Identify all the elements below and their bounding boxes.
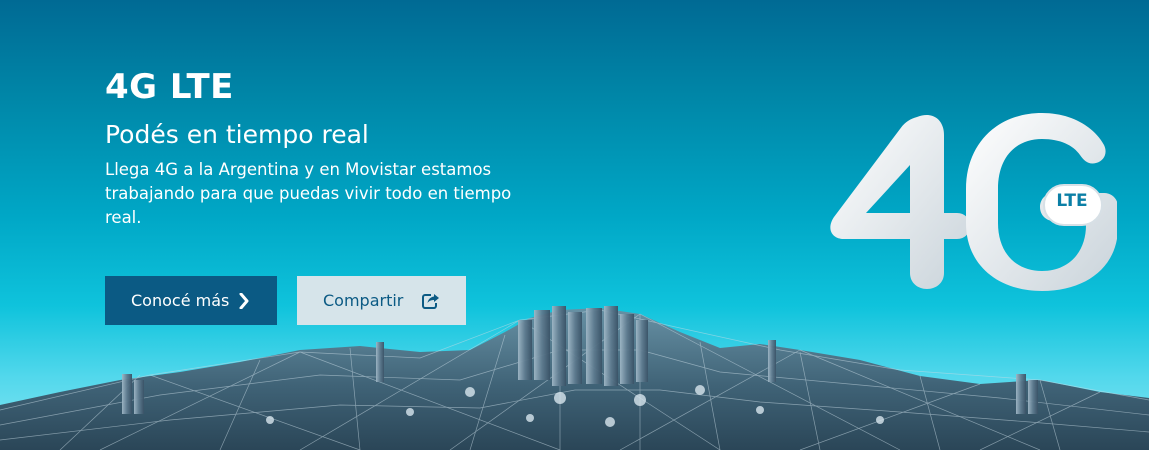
compartir-button[interactable]: Compartir — [297, 276, 466, 325]
banner-content: 4G LTE Podés en tiempo real Llega 4G a l… — [105, 62, 545, 230]
lte-badge-text: LTE — [1056, 191, 1088, 211]
banner-description: Llega 4G a la Argentina y en Movistar es… — [105, 160, 512, 227]
conoce-mas-label: Conocé más — [131, 291, 230, 310]
conoce-mas-button[interactable]: Conocé más — [105, 276, 277, 325]
share-icon — [422, 294, 439, 309]
compartir-label: Compartir — [323, 291, 404, 310]
banner-title: 4G LTE — [105, 67, 234, 107]
banner-subtitle: Podés en tiempo real — [105, 120, 369, 149]
chevron-right-icon — [239, 293, 249, 309]
hero-banner: LTE 4G LTE Podés en tiempo real Llega 4G… — [0, 0, 1149, 450]
